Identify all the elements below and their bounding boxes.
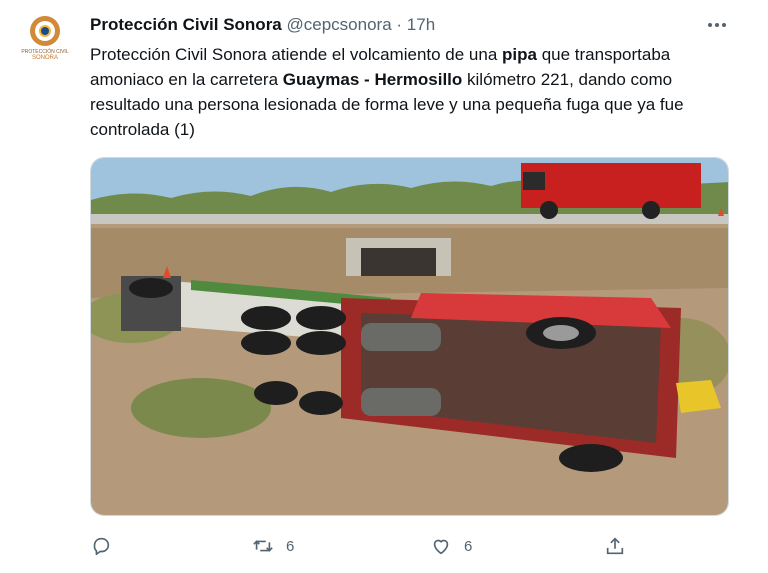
like-button[interactable]: 6 xyxy=(430,533,472,559)
tweet-header: Protección Civil Sonora @cepcsonora · 17… xyxy=(90,14,435,36)
tweet-text: Protección Civil Sonora atiende el volca… xyxy=(90,42,730,142)
more-options-icon[interactable] xyxy=(706,16,728,34)
tweet-photo[interactable] xyxy=(90,157,729,516)
text-part: Protección Civil Sonora atiende el volca… xyxy=(90,45,503,64)
civil-protection-logo-icon xyxy=(30,16,60,46)
share-button[interactable] xyxy=(604,533,626,559)
retweet-button[interactable]: 6 xyxy=(252,533,294,559)
overturned-truck-photo-icon xyxy=(91,158,728,515)
like-count: 6 xyxy=(464,537,473,555)
retweet-icon xyxy=(253,540,273,552)
retweet-count: 6 xyxy=(286,537,295,555)
separator-dot: · xyxy=(396,15,403,34)
keyword-dash: - xyxy=(359,70,375,89)
reply-icon xyxy=(93,537,110,556)
tweet-card: PROTECCIÓN CIVIL SONORA Protección Civil… xyxy=(0,0,768,573)
share-icon xyxy=(606,537,624,555)
tweet-actions: 6 6 xyxy=(90,533,730,559)
avatar[interactable]: PROTECCIÓN CIVIL SONORA xyxy=(20,16,70,72)
keyword-guaymas: Guaymas xyxy=(282,70,360,89)
heart-icon xyxy=(433,539,449,555)
reply-button[interactable] xyxy=(90,533,124,559)
tweet-timestamp[interactable]: 17h xyxy=(407,15,435,34)
keyword-hermosillo: Hermosillo xyxy=(374,70,463,89)
logo-text-line2: SONORA xyxy=(31,55,58,61)
keyword-pipa: pipa xyxy=(502,45,537,64)
author-handle[interactable]: @cepcsonora xyxy=(287,15,392,34)
author-name[interactable]: Protección Civil Sonora xyxy=(90,15,282,34)
